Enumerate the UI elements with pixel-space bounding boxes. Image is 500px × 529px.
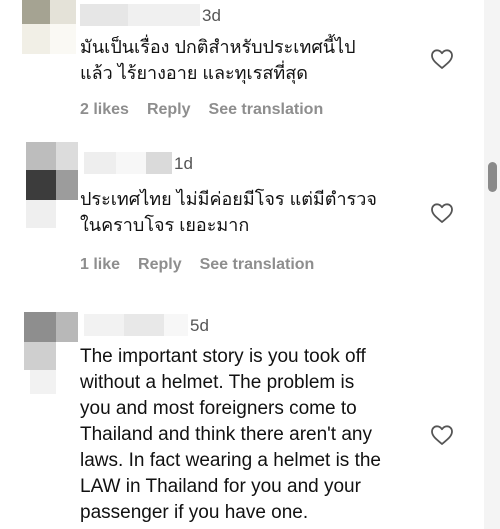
reply-button[interactable]: Reply: [147, 101, 191, 119]
comment-time: 5d: [190, 316, 209, 335]
likes-count[interactable]: 2 likes: [80, 101, 129, 119]
comment-text: The important story is you took off with…: [80, 346, 381, 523]
see-translation-link[interactable]: See translation: [209, 101, 324, 119]
scrollbar-thumb[interactable]: [488, 162, 497, 192]
avatar[interactable]: [22, 142, 78, 232]
username-redacted[interactable]: 5d: [84, 314, 209, 336]
comment-3: 5d The important story is you took off w…: [0, 290, 480, 529]
heart-outline-icon[interactable]: [430, 424, 454, 446]
heart-outline-icon[interactable]: [430, 48, 454, 70]
comment-2: 1d ประเทศไทย ไม่มีค่อยมีโจร แต่มีตำรวจ ใ…: [0, 140, 480, 280]
username-redacted[interactable]: 1d: [84, 152, 193, 174]
see-translation-link[interactable]: See translation: [200, 256, 315, 274]
avatar[interactable]: [22, 0, 78, 56]
comment-1: 3d มันเป็นเรื่อง ปกติสำหรับประเทศนี้ไป แ…: [0, 0, 480, 130]
avatar[interactable]: [20, 312, 78, 402]
likes-count[interactable]: 1 like: [80, 256, 120, 274]
reply-button[interactable]: Reply: [138, 256, 182, 274]
heart-outline-icon[interactable]: [430, 202, 454, 224]
scrollbar-track[interactable]: [484, 0, 500, 529]
username-redacted[interactable]: 3d: [80, 4, 221, 26]
comment-time: 1d: [174, 154, 193, 173]
comment-text: ประเทศไทย ไม่มีค่อยมีโจร แต่มีตำรวจ ในคร…: [80, 189, 377, 235]
comment-time: 3d: [202, 6, 221, 25]
comment-text: มันเป็นเรื่อง ปกติสำหรับประเทศนี้ไป แล้ว…: [80, 37, 356, 83]
